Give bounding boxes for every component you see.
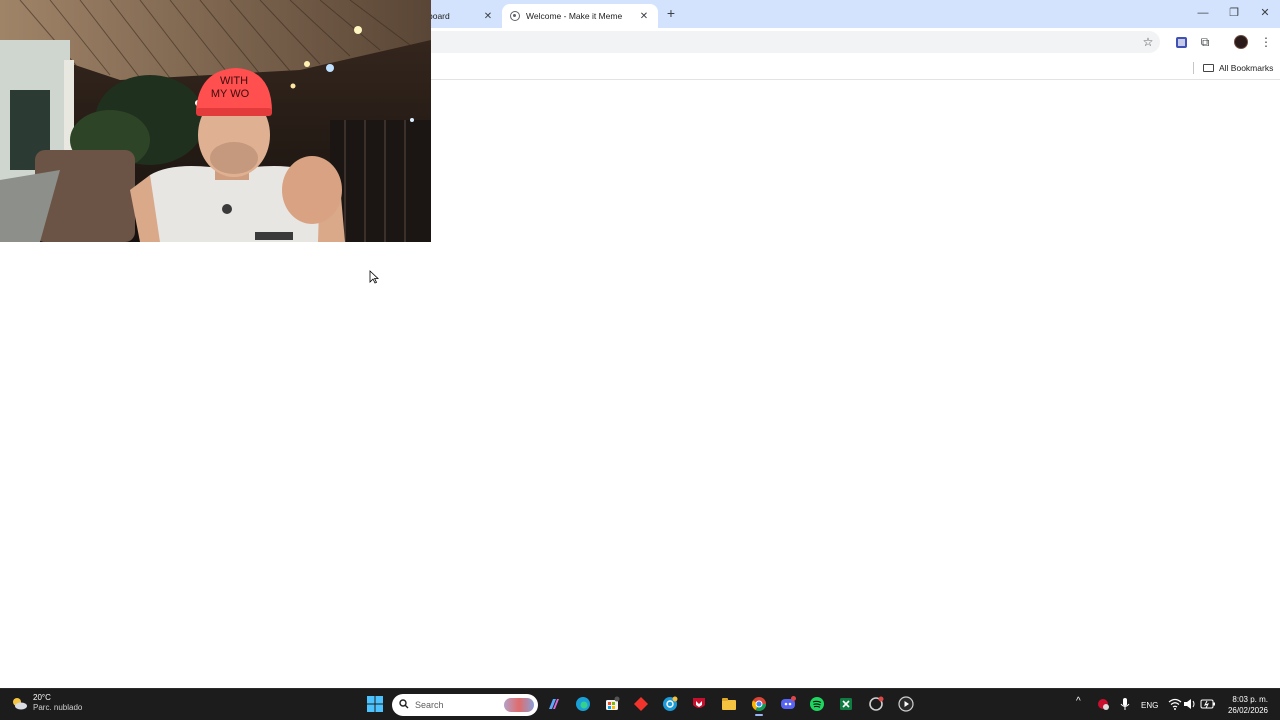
microphone-icon[interactable] [1116, 695, 1134, 713]
tab-close-icon[interactable]: ✕ [638, 11, 650, 22]
tab-close-icon[interactable]: ✕ [482, 11, 494, 22]
new-tab-button[interactable]: + [663, 5, 679, 21]
clock-time: 8:03 p. m. [1232, 695, 1268, 704]
active-app-indicator [755, 714, 763, 716]
store-icon[interactable] [603, 695, 621, 713]
extension-icon[interactable] [1172, 33, 1190, 51]
chatgpt-app-icon[interactable] [661, 695, 679, 713]
language-indicator[interactable]: ENG [1141, 701, 1158, 710]
tray-overflow-icon[interactable]: ^ [1076, 696, 1081, 707]
clipchamp-app-icon[interactable] [867, 695, 885, 713]
antivirus-tray-icon[interactable] [1094, 695, 1112, 713]
desktop-screen: board ✕ Welcome - Make it Meme ✕ + — ❐ ✕… [0, 0, 1280, 720]
weather-condition: Parc. nublado [33, 703, 83, 712]
bookmark-star-icon[interactable]: ☆ [1139, 33, 1157, 51]
address-bar[interactable] [420, 31, 1160, 53]
bookmarks-divider [1193, 62, 1194, 74]
taskbar-search-box[interactable]: Search [392, 694, 538, 716]
kebab-menu-icon[interactable]: ⋮ [1257, 33, 1275, 51]
tab-board[interactable]: board ✕ [420, 4, 502, 28]
mouse-cursor-icon [369, 270, 379, 284]
edge-icon[interactable] [574, 695, 592, 713]
svg-text:MY WO: MY WO [211, 88, 250, 100]
clock-date: 26/02/2026 [1227, 706, 1268, 715]
weather-temp: 20°C [33, 693, 51, 702]
windows-start-icon[interactable] [366, 695, 384, 713]
file-explorer-icon[interactable] [720, 695, 738, 713]
profile-avatar[interactable] [1232, 33, 1250, 51]
battery-icon[interactable] [1199, 695, 1217, 713]
copilot-icon[interactable] [545, 695, 563, 713]
red-diamond-app-icon[interactable] [632, 695, 650, 713]
minimize-button[interactable]: — [1188, 0, 1218, 28]
puzzle-icon[interactable]: ⧉ [1196, 33, 1214, 51]
volume-icon[interactable] [1181, 695, 1199, 713]
restore-button[interactable]: ❐ [1219, 0, 1249, 28]
tab-make-it-meme[interactable]: Welcome - Make it Meme ✕ [502, 4, 658, 28]
folder-icon [1203, 64, 1214, 72]
partly-cloudy-icon [10, 696, 28, 710]
all-bookmarks-button[interactable]: All Bookmarks [1203, 61, 1273, 75]
close-window-button[interactable]: ✕ [1250, 0, 1280, 28]
tab-title: Welcome - Make it Meme [526, 11, 623, 21]
weather-widget[interactable]: 20°C Parc. nublado [10, 693, 82, 713]
all-bookmarks-label: All Bookmarks [1219, 63, 1274, 73]
search-placeholder: Search [415, 700, 444, 710]
tab-title: board [428, 11, 450, 21]
search-icon [399, 699, 409, 711]
system-clock[interactable]: 8:03 p. m. 26/02/2026 [1228, 694, 1268, 716]
excel-icon[interactable] [837, 695, 855, 713]
search-highlight-art [504, 698, 534, 712]
discord-icon[interactable] [779, 695, 797, 713]
webcam-video-feed: WITH MY WO [0, 0, 431, 242]
webcam-overlay: WITH MY WO [0, 0, 431, 242]
chrome-icon[interactable] [750, 695, 768, 716]
spotify-icon[interactable] [808, 695, 826, 713]
windows-taskbar: 20°C Parc. nublado Search ^ ENG 8:03 p. … [0, 688, 1280, 720]
mcafee-icon[interactable] [690, 695, 708, 713]
site-favicon-icon [510, 11, 520, 21]
svg-text:WITH: WITH [220, 75, 248, 87]
media-player-icon[interactable] [897, 695, 915, 713]
